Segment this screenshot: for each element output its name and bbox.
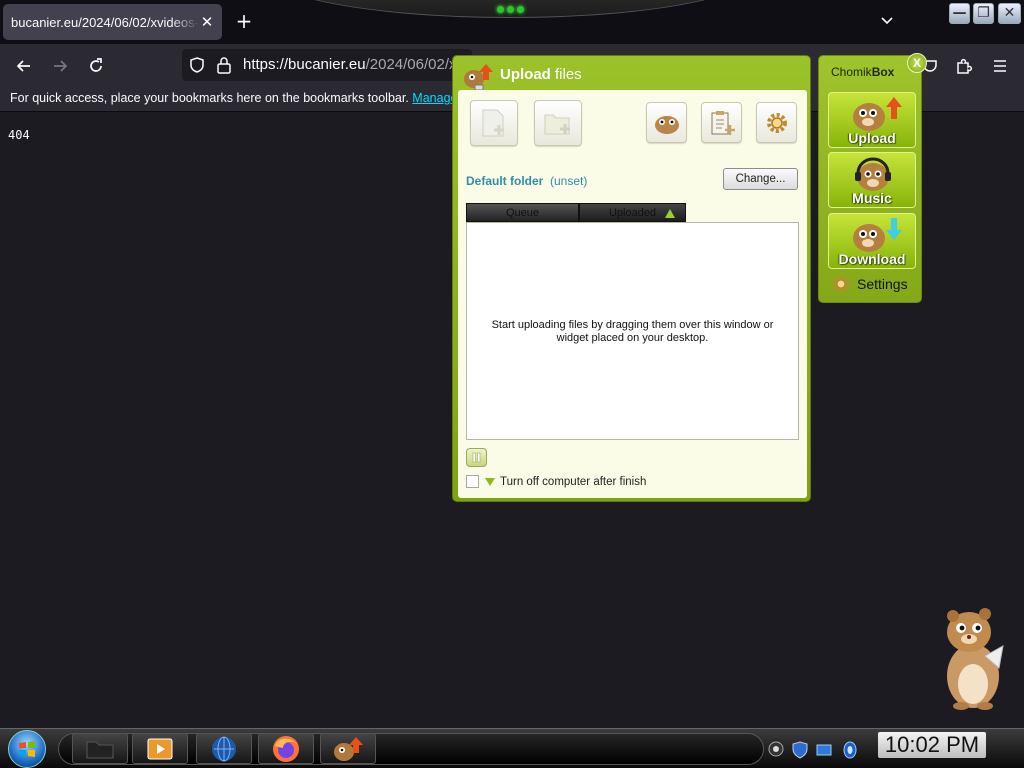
widget-settings-label: Settings (857, 276, 908, 292)
hamburger-icon (994, 60, 1006, 72)
tab-uploaded[interactable]: Uploaded (579, 203, 686, 222)
title-rest: files (550, 66, 582, 83)
puzzle-icon (957, 58, 973, 74)
queue-list[interactable]: Start uploading files by dragging them o… (466, 222, 799, 440)
shutdown-checkbox[interactable] (466, 475, 479, 488)
gear-icon (766, 112, 787, 133)
add-folder-icon (544, 114, 570, 135)
upload-files-window[interactable]: Upload files Default folder (unset) Chan… (452, 55, 811, 502)
folder-icon (86, 741, 114, 758)
arrow-left-icon (16, 60, 30, 72)
clipboard-add-button[interactable] (701, 102, 742, 143)
shield-icon[interactable] (188, 56, 206, 74)
browser-tab[interactable]: bucanier.eu/2024/06/02/xvideos-co ✕ (3, 4, 222, 40)
reload-icon (90, 58, 102, 72)
new-tab-button[interactable]: + (234, 10, 254, 32)
pause-button[interactable] (466, 448, 487, 467)
empty-queue-message: Start uploading files by dragging them o… (491, 319, 774, 344)
tab-uploaded-label: Uploaded (608, 207, 657, 219)
pause-icon (472, 452, 481, 463)
manage-bookmarks-link[interactable]: Manage boo (412, 91, 454, 105)
url-text[interactable]: https://bucanier.eu/2024/06/02/xvi (243, 56, 455, 73)
windows-logo-icon (19, 741, 35, 757)
tab-close-icon[interactable]: ✕ (198, 13, 216, 31)
hamster-upload-icon (464, 64, 493, 91)
arrow-right-icon (54, 60, 68, 72)
chomikbox-widget[interactable]: ChomikBox X Upload Music Download Settin… (818, 53, 927, 303)
taskbar-item-explorer[interactable] (72, 733, 128, 764)
taskbar-item-firefox[interactable] (258, 733, 314, 764)
network-icon[interactable] (816, 743, 832, 757)
maximize-window-button[interactable]: ❐ (973, 3, 994, 24)
download-button[interactable]: Download (828, 213, 916, 269)
security-shield-icon[interactable] (792, 741, 808, 759)
media-control-icon[interactable] (768, 741, 784, 757)
widget-settings-button[interactable]: Settings (831, 274, 908, 294)
clipboard-add-icon (711, 110, 735, 135)
add-folder-button[interactable] (534, 100, 582, 146)
widget-title: ChomikBox (831, 65, 894, 79)
shutdown-option[interactable]: Turn off computer after finish (466, 475, 646, 488)
default-folder-value: (unset) (550, 174, 588, 188)
system-tray (766, 733, 866, 765)
bookmarks-hint-text: For quick access, place your bookmarks h… (10, 91, 409, 105)
widget-title-plain: Chomik (831, 65, 872, 79)
url-host: https://bucanier.eu (243, 56, 366, 73)
taskbar-item-internet[interactable] (196, 733, 252, 764)
hamster-headphones-icon (855, 157, 891, 191)
tab-bar: bucanier.eu/2024/06/02/xvideos-co ✕ + — … (0, 0, 1024, 44)
music-label: Music (852, 190, 892, 206)
download-label: Download (838, 251, 906, 267)
close-window-button[interactable]: ✕ (998, 3, 1021, 24)
clock[interactable]: 10:02 PM (878, 732, 986, 758)
shutdown-label: Turn off computer after finish (500, 475, 647, 488)
hamster-upload-icon (334, 736, 363, 761)
upload-window-body: Default folder (unset) Change... Queue U… (458, 90, 807, 498)
bookmarks-hint: For quick access, place your bookmarks h… (10, 91, 454, 105)
window-title: Upload files (500, 66, 582, 83)
upload-label: Upload (848, 130, 896, 146)
tab-title: bucanier.eu/2024/06/02/xvideos-co (11, 14, 199, 30)
forward-button[interactable] (46, 52, 74, 80)
hamster-mascot-icon[interactable] (935, 606, 1007, 712)
firefox-icon (273, 735, 299, 762)
address-bar[interactable]: https://bucanier.eu/2024/06/02/xvi (182, 49, 472, 81)
minimize-window-button[interactable]: — (949, 3, 970, 24)
taskbar-item-chomikbox[interactable] (320, 733, 376, 764)
start-button[interactable] (8, 730, 46, 768)
tab-queue[interactable]: Queue (466, 203, 579, 222)
menu-button[interactable] (986, 52, 1014, 80)
theme-lights (497, 6, 527, 16)
chevron-down-icon[interactable] (878, 12, 896, 30)
media-player-icon (147, 738, 173, 759)
settings-button[interactable] (756, 102, 797, 143)
change-folder-button[interactable]: Change... (723, 168, 798, 190)
lock-icon[interactable] (216, 56, 232, 74)
default-folder-label: Default folder (unset) (466, 174, 587, 188)
widget-close-button[interactable]: X (907, 53, 927, 73)
back-button[interactable] (10, 52, 38, 80)
default-folder-caption: Default folder (466, 174, 544, 188)
hamster-download-icon (853, 218, 902, 252)
add-files-button[interactable] (470, 100, 518, 146)
globe-icon (212, 736, 236, 761)
widget-title-bold: Box (871, 65, 895, 79)
warning-triangle-icon (665, 209, 675, 218)
gear-icon (832, 275, 850, 293)
extensions-button[interactable] (950, 52, 978, 80)
taskbar-item-media-player[interactable] (132, 733, 188, 764)
taskbar: 10:02 PM (0, 728, 1024, 768)
url-path: /2024/06/02/xvi (365, 56, 455, 73)
page-content: 404 (8, 128, 30, 142)
add-file-icon (482, 109, 504, 137)
chomik-account-button[interactable] (646, 102, 687, 143)
reload-button[interactable] (82, 52, 110, 80)
title-bold: Upload (500, 66, 551, 83)
triangle-down-icon (485, 477, 495, 486)
music-button[interactable]: Music (828, 152, 916, 208)
hamster-upload-icon (853, 97, 902, 131)
volume-icon[interactable] (842, 741, 858, 759)
upload-button[interactable]: Upload (828, 92, 916, 148)
hamster-icon (654, 115, 679, 134)
